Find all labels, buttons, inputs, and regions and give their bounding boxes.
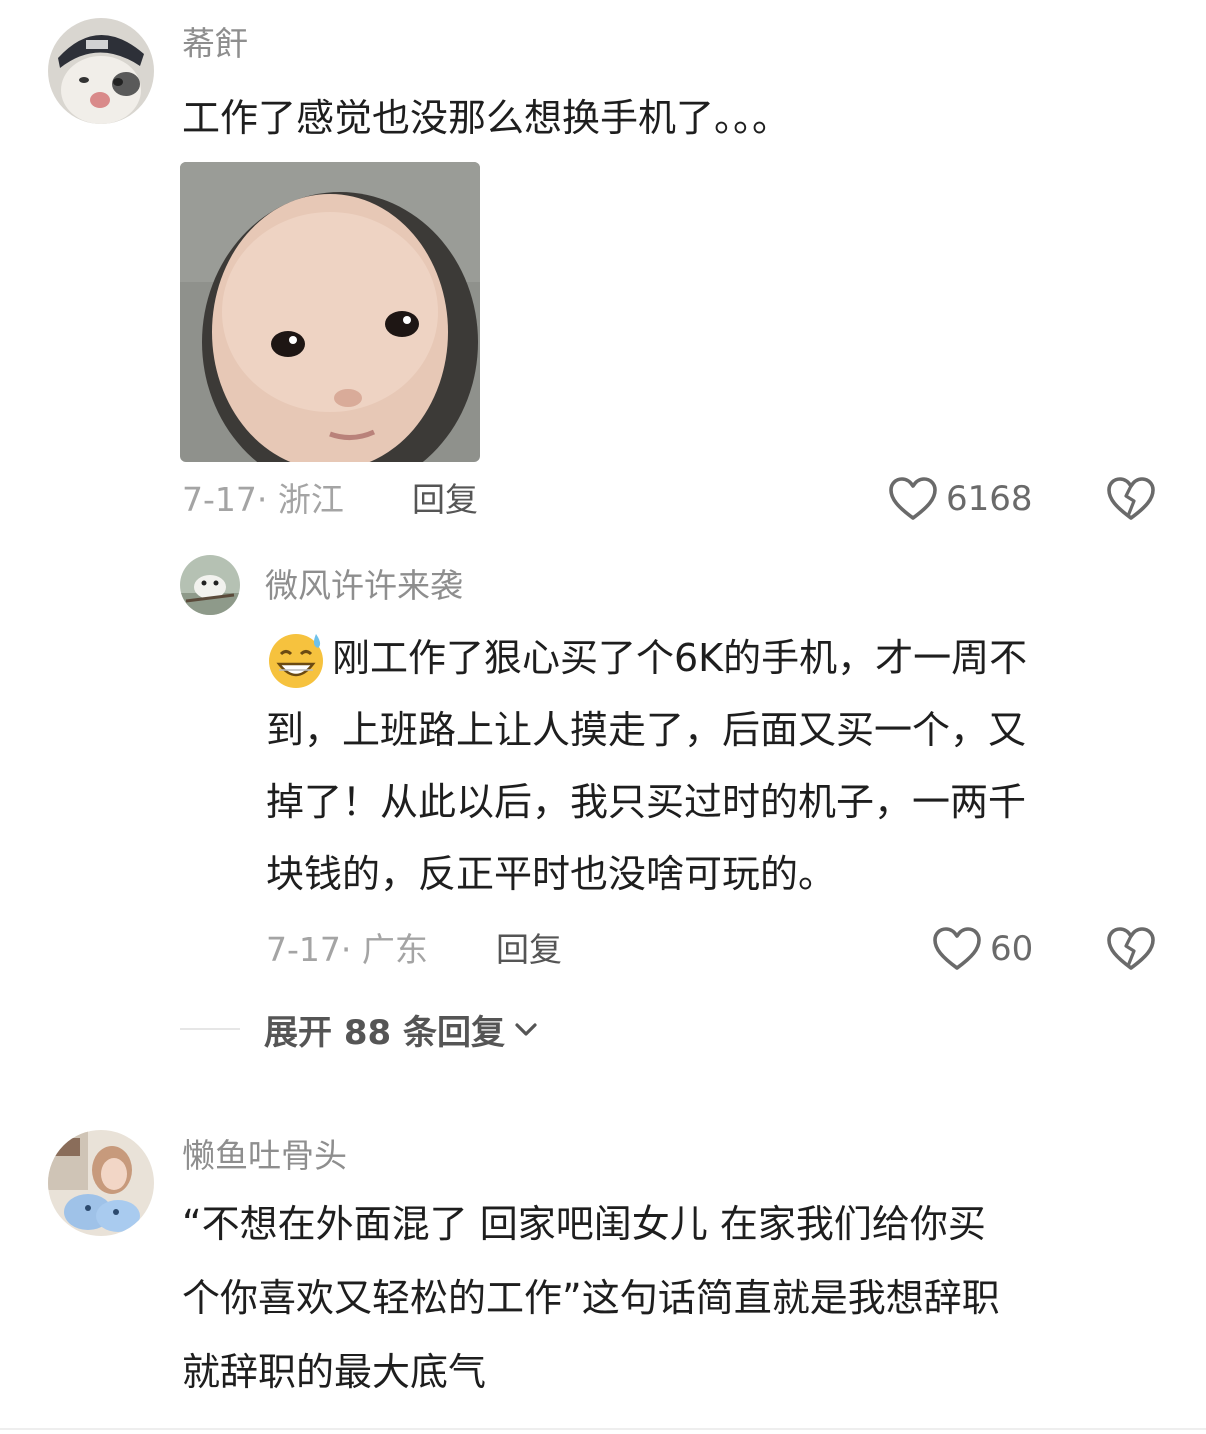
comment-username[interactable]: 懒鱼吐骨头 [182,1136,347,1176]
reply-button[interactable]: 回复 [412,480,478,520]
like-count: 6168 [946,479,1033,519]
comment-text: 工作了感觉也没那么想换手机了。。。 [182,96,791,140]
reply-text-line: 到，上班路上让人摸走了，后面又买一个，又 [266,708,1027,752]
baby-face-image[interactable] [180,162,480,462]
broken-heart-icon [1107,477,1155,520]
reply-text-line: 刚工作了狠心买了个6K的手机，才一周不 [332,636,1028,680]
heart-icon [889,477,937,520]
expand-replies-button[interactable]: 展开 88 条回复 [264,1008,539,1053]
bird-photo-avatar[interactable] [180,555,240,615]
heart-icon [933,927,981,970]
expand-replies-label: 展开 88 条回复 [264,1012,505,1053]
comment-meta: 7-17· 浙江 [182,480,344,519]
expand-divider [180,1028,240,1030]
reply-username[interactable]: 微风许许来袭 [265,566,463,606]
dislike-button[interactable] [1106,476,1156,526]
like-button[interactable]: 60 [932,926,1033,972]
reply-text-line: 掉了！从此以后，我只买过时的机子，一两千 [266,780,1027,824]
comment-text-line: 个你喜欢又轻松的工作”这句话简直就是我想辞职 [182,1276,1000,1320]
bottom-divider [0,1428,1206,1430]
comment-text-line: “不想在外面混了 回家吧闺女儿 在家我们给你买 [182,1202,986,1246]
like-button[interactable]: 6168 [888,476,1033,522]
comment-username[interactable]: 莃飦 [182,24,248,64]
dislike-button[interactable] [1106,926,1156,976]
reply-button[interactable]: 回复 [496,930,562,970]
like-count: 60 [990,929,1034,969]
cat-with-cap-avatar[interactable] [48,18,154,124]
chevron-down-icon [515,1023,537,1036]
girl-photo-avatar[interactable] [48,1130,154,1236]
broken-heart-icon [1107,927,1155,970]
comment-text-line: 就辞职的最大底气 [182,1350,487,1394]
reply-meta: 7-17· 广东 [266,930,428,969]
grinning-sweat-emoji [266,630,326,690]
reply-text-line: 块钱的，反正平时也没啥可玩的。 [266,852,837,896]
